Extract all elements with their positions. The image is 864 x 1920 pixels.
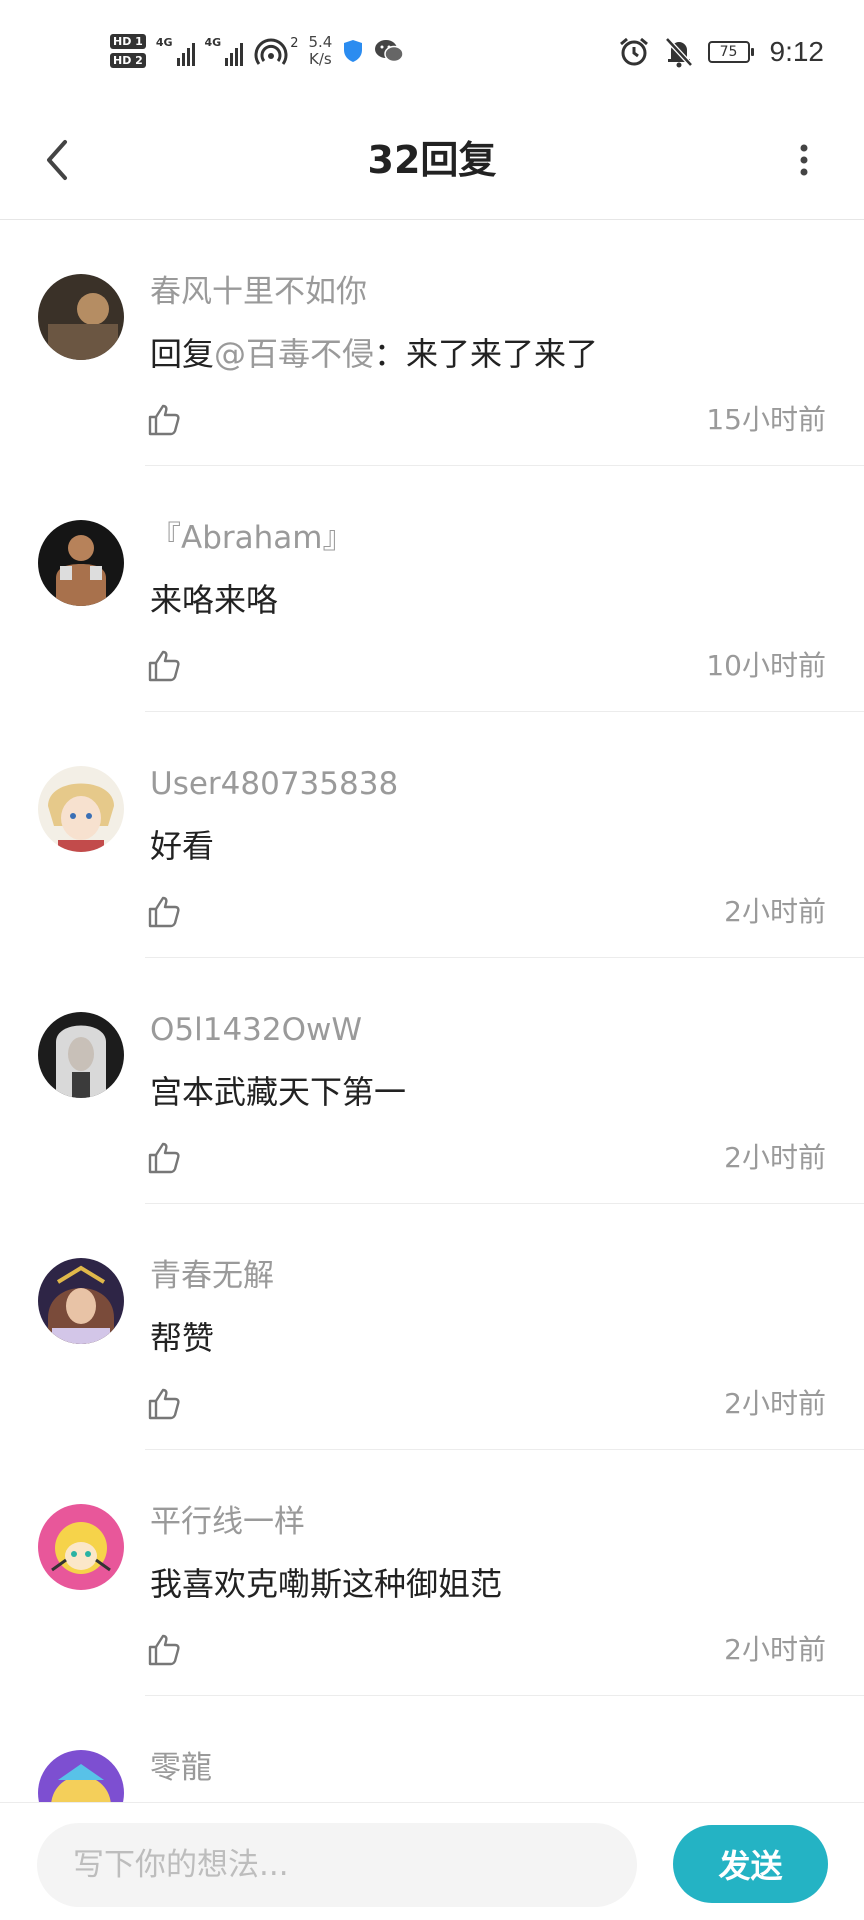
signal-1-icon: 4G [156,36,195,66]
signal-2-icon: 4G [205,36,244,66]
reply-item: 春风十里不如你 回复@百毒不侵：来了来了来了 15小时前 [0,220,864,466]
avatar[interactable] [38,1504,124,1590]
thumbs-up-icon [148,404,180,436]
network-type-2: 4G [204,36,222,49]
hotspot-count: 2 [290,36,299,51]
reply-item: O5l1432OwW 宫本武藏天下第一 2小时前 [0,958,864,1204]
reply-body: 好看 [150,827,215,865]
reply-author[interactable]: User480735838 [150,764,398,804]
page-title: 32回复 [367,138,497,182]
alarm-icon [619,37,648,66]
more-button[interactable] [774,130,834,190]
reply-item: 平行线一样 我喜欢克嘞斯这种御姐范 2小时前 [0,1450,864,1696]
sim1-badge: HD 1 [110,34,146,49]
reply-content: 回复@百毒不侵：来了来了来了 [150,334,598,374]
avatar[interactable] [38,766,124,852]
mute-bell-icon [664,37,693,68]
reply-author[interactable]: 春风十里不如你 [150,272,367,312]
sim2-badge: HD 2 [110,53,146,68]
reply-item: 青春无解 帮赞 2小时前 [0,1204,864,1450]
avatar[interactable] [38,274,124,360]
screen: HD 1 HD 2 4G 4G 2 5.4 K/s 75 9:12 32回复 春… [0,0,864,1920]
sim-indicators: HD 1 HD 2 [110,34,146,68]
thumbs-up-icon [148,650,180,682]
reply-prefix: 回复 [150,335,215,373]
reply-item: 零龍 [0,1696,864,1802]
shield-icon [344,40,363,62]
thumbs-up-icon [148,1388,180,1420]
clock: 9:12 [769,36,825,67]
thumbs-up-icon [148,1634,180,1666]
like-button[interactable] [144,1138,184,1178]
comment-input-bar: 发送 [0,1802,864,1920]
reply-author[interactable]: 『Abraham』 [150,518,353,558]
reply-body: 宫本武藏天下第一 [150,1073,407,1111]
network-type-1: 4G [155,36,173,49]
reply-content: 我喜欢克嘞斯这种御姐范 [150,1564,502,1604]
reply-time: 10小时前 [706,649,826,682]
reply-body: 帮赞 [150,1319,215,1357]
status-bar: HD 1 HD 2 4G 4G 2 5.4 K/s 75 9:12 [0,0,864,100]
like-button[interactable] [144,1384,184,1424]
reply-author[interactable]: O5l1432OwW [150,1010,362,1050]
reply-content: 好看 [150,826,214,866]
reply-author[interactable]: 零龍 [150,1748,212,1788]
like-button[interactable] [144,1630,184,1670]
hotspot-indicator: 2 [253,36,298,66]
battery-icon: 75 [707,41,754,63]
status-bar-right: 75 9:12 [618,30,825,74]
thumbs-up-icon [148,896,180,928]
like-button[interactable] [144,892,184,932]
reply-input[interactable] [37,1823,637,1907]
network-speed-value: 5.4 [308,33,333,51]
reply-body: 来咯来咯 [150,581,279,619]
reply-content: 帮赞 [150,1318,214,1358]
reply-time: 2小时前 [724,1633,826,1666]
reply-time: 2小时前 [724,895,826,928]
reply-item: 『Abraham』 来咯来咯 10小时前 [0,466,864,712]
avatar[interactable] [38,520,124,606]
more-vertical-icon [800,144,808,176]
network-speed-unit: K/s [309,50,332,68]
reply-author[interactable]: 平行线一样 [150,1502,305,1542]
like-button[interactable] [144,400,184,440]
send-button[interactable]: 发送 [673,1825,828,1903]
reply-list[interactable]: 春风十里不如你 回复@百毒不侵：来了来了来了 15小时前 『Abraham』 来… [0,220,864,1802]
reply-item: User480735838 好看 2小时前 [0,712,864,958]
status-bar-left: HD 1 HD 2 4G 4G 2 5.4 K/s [110,26,405,76]
avatar[interactable] [38,1012,124,1098]
network-speed: 5.4 K/s [308,34,332,68]
avatar[interactable] [38,1750,124,1802]
like-button[interactable] [144,646,184,686]
reply-content: 宫本武藏天下第一 [150,1072,406,1112]
reply-time: 2小时前 [724,1387,826,1420]
reply-time: 15小时前 [706,403,826,436]
reply-mention[interactable]: @百毒不侵 [214,335,374,373]
reply-content: 来咯来咯 [150,580,278,620]
hotspot-icon [254,38,288,65]
avatar[interactable] [38,1258,124,1344]
wechat-icon [375,40,405,63]
reply-author[interactable]: 青春无解 [150,1256,274,1296]
reply-body: ：来了来了来了 [374,335,599,373]
thumbs-up-icon [148,1142,180,1174]
reply-time: 2小时前 [724,1141,826,1174]
reply-body: 我喜欢克嘞斯这种御姐范 [150,1565,503,1603]
nav-bar: 32回复 [0,100,864,220]
